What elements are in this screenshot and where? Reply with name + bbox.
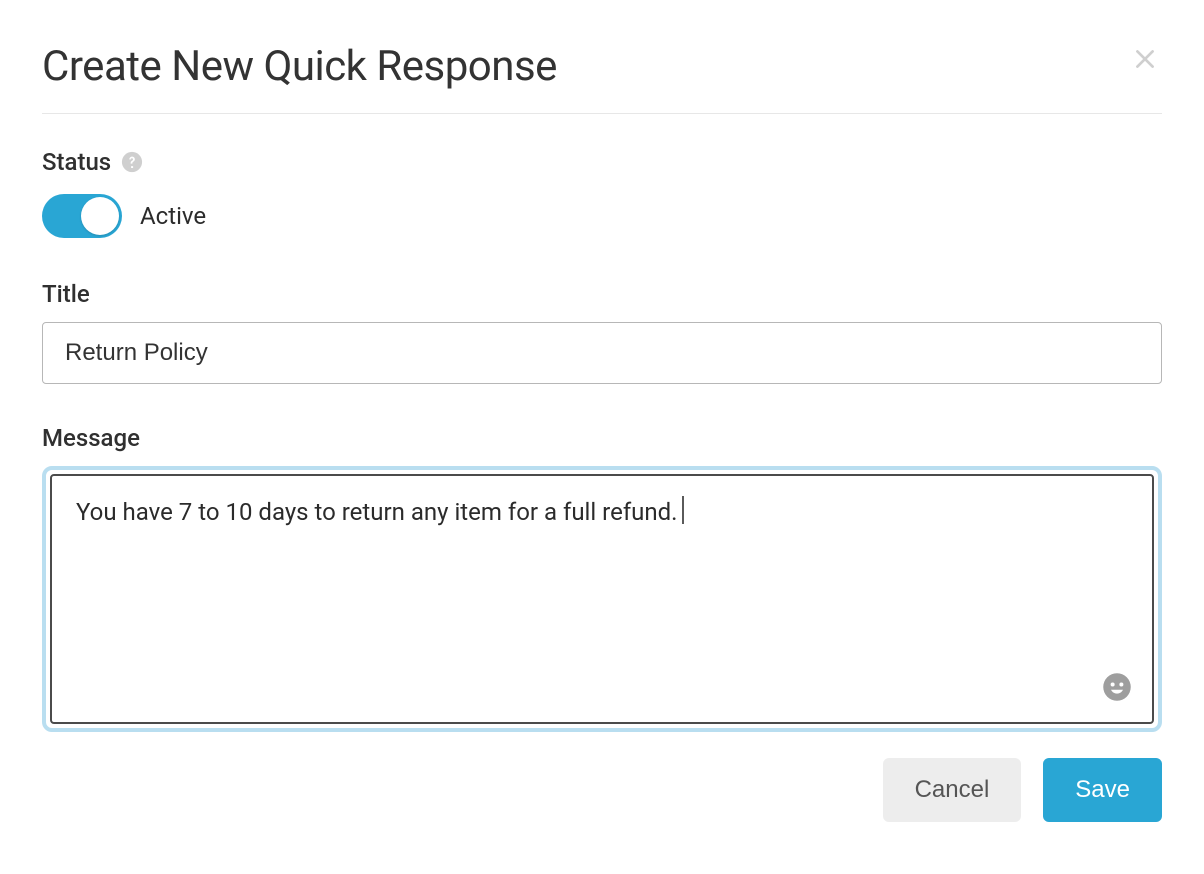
help-icon[interactable]: [121, 151, 143, 173]
status-toggle-row: Active: [42, 194, 1162, 238]
close-button[interactable]: [1128, 42, 1162, 76]
status-section: Status Active: [42, 148, 1162, 238]
emoji-picker-button[interactable]: [1100, 670, 1134, 704]
message-focus-ring: You have 7 to 10 days to return any item…: [42, 466, 1162, 732]
create-quick-response-modal: Create New Quick Response Status Active: [0, 0, 1204, 822]
message-text: You have 7 to 10 days to return any item…: [76, 498, 678, 526]
message-label: Message: [42, 424, 1162, 452]
title-section: Title: [42, 280, 1162, 384]
status-toggle-label: Active: [140, 202, 206, 230]
message-section: Message You have 7 to 10 days to return …: [42, 424, 1162, 732]
title-label: Title: [42, 280, 1162, 308]
emoji-icon: [1102, 672, 1132, 702]
modal-title: Create New Quick Response: [42, 42, 557, 91]
modal-footer: Cancel Save: [42, 758, 1162, 822]
close-icon: [1132, 46, 1158, 72]
cancel-button[interactable]: Cancel: [883, 758, 1022, 822]
save-button[interactable]: Save: [1043, 758, 1162, 822]
message-textarea[interactable]: You have 7 to 10 days to return any item…: [50, 474, 1154, 724]
status-toggle[interactable]: [42, 194, 122, 238]
text-caret: [682, 496, 684, 524]
title-input[interactable]: [42, 322, 1162, 384]
status-label-row: Status: [42, 148, 1162, 176]
modal-header: Create New Quick Response: [42, 42, 1162, 114]
status-label: Status: [42, 148, 111, 176]
toggle-knob: [81, 197, 119, 235]
